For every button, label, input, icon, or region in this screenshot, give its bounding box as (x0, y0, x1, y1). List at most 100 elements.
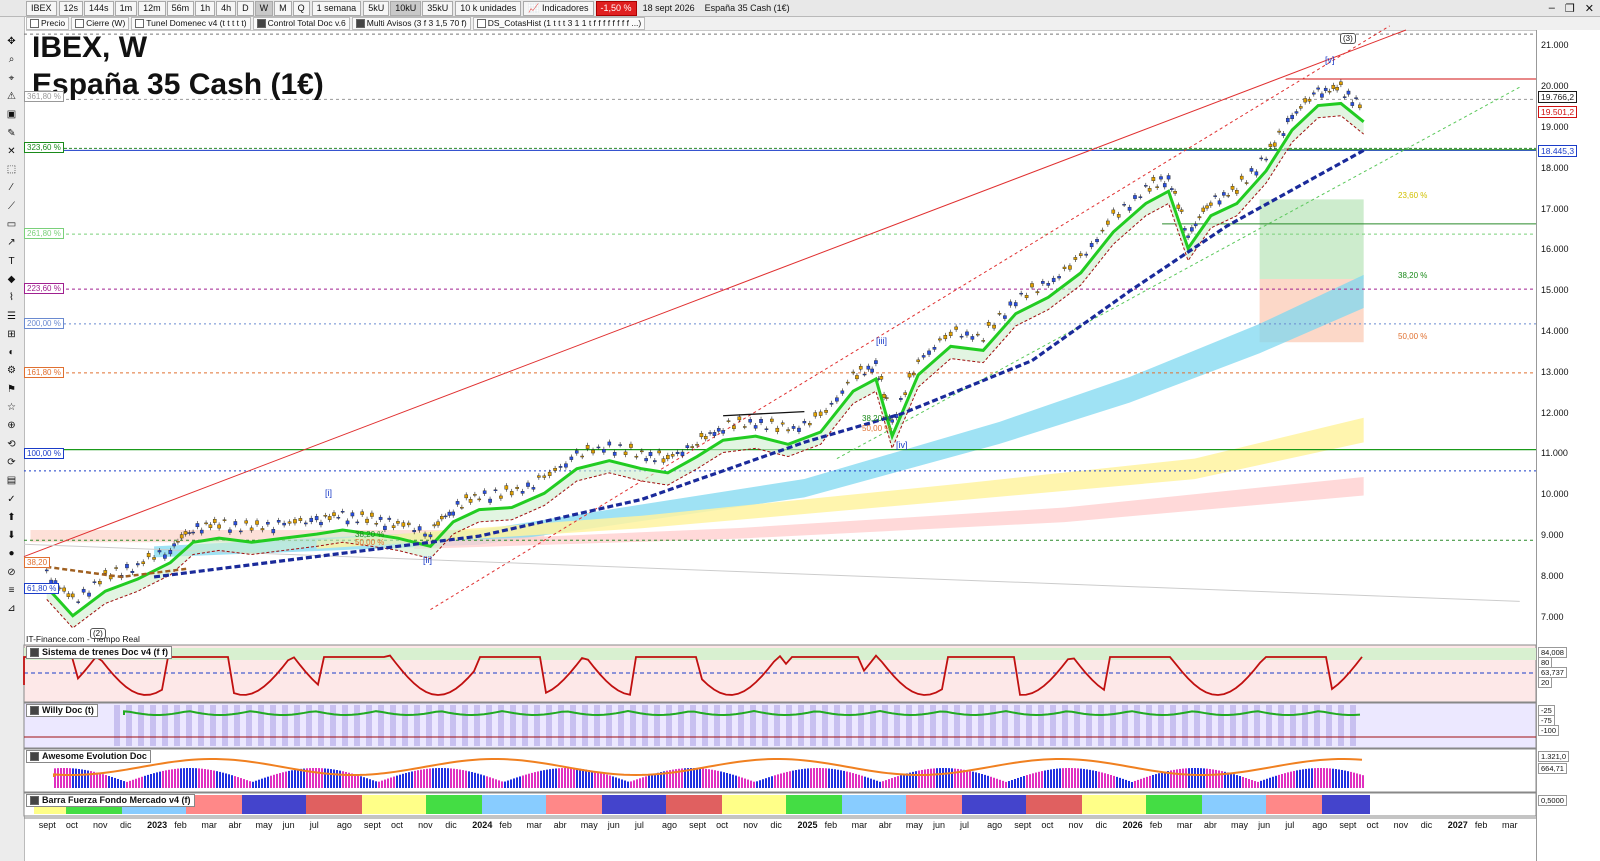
ao-bar (1161, 772, 1163, 788)
ao-bar (822, 768, 824, 788)
willy-bar (354, 705, 360, 746)
candle-body (992, 324, 996, 329)
close-icon[interactable]: ✕ (1585, 2, 1594, 15)
candle-body (1197, 216, 1202, 219)
ao-bar (861, 775, 863, 788)
force-bar (1194, 795, 1202, 814)
ao-bar (1176, 769, 1178, 788)
ao-bar (1194, 768, 1196, 788)
ao-bar (423, 769, 425, 788)
willy-bar (738, 705, 744, 746)
restore-icon[interactable]: ❐ (1565, 2, 1575, 15)
ao-bar (228, 774, 230, 788)
ao-bar (1239, 776, 1241, 788)
candle-body (163, 554, 167, 559)
ao-bar (1302, 769, 1304, 788)
willy-bar (1026, 705, 1032, 746)
time-label: may (905, 820, 923, 830)
checkbox-icon[interactable] (30, 648, 39, 657)
candle-body (764, 428, 769, 430)
ao-bar (774, 775, 776, 788)
willy-bar (342, 705, 348, 746)
willy-bar (642, 705, 648, 746)
willy-bar (726, 705, 732, 746)
ao-bar (537, 771, 539, 788)
candle-body (332, 512, 336, 516)
force-bar (1058, 795, 1066, 814)
time-label: dic (1095, 820, 1108, 830)
ao-bar (576, 768, 578, 788)
minimize-icon[interactable]: – (1549, 2, 1555, 15)
force-bar (538, 795, 546, 814)
candle-body (428, 534, 433, 538)
ao-bar (120, 780, 122, 788)
indicator-header-1[interactable]: Willy Doc (t) (26, 704, 98, 717)
ao-bar (267, 776, 269, 788)
candle-body (1290, 114, 1294, 120)
ao-bar (402, 773, 404, 788)
candle-body (249, 527, 254, 531)
ao-bar (162, 770, 164, 788)
willy-bar (486, 705, 492, 746)
indicator-header-3[interactable]: Barra Fuerza Fondo Mercado v4 (f) (26, 794, 195, 807)
price-chart[interactable] (0, 0, 1536, 861)
checkbox-icon[interactable] (30, 796, 39, 805)
ao-bar (1146, 776, 1148, 788)
ao-bar (1266, 778, 1268, 788)
ao-bar (273, 774, 275, 788)
candle-body (927, 350, 931, 355)
candle-body (526, 482, 530, 487)
ao-bar (294, 769, 296, 788)
time-label: sept (1014, 820, 1032, 830)
ao-bar (792, 770, 794, 788)
force-bar (570, 795, 578, 814)
ao-bar (630, 781, 632, 788)
time-label: ago (661, 820, 678, 830)
force-bar (1258, 795, 1266, 814)
willy-bar (1038, 705, 1044, 746)
candle-body (1095, 239, 1099, 243)
ao-bar (372, 780, 374, 788)
ao-bar (531, 772, 533, 788)
candle-body (1100, 229, 1105, 232)
indicator-title: Sistema de trenes Doc v4 (f f) (42, 647, 169, 657)
ao-bar (921, 769, 923, 788)
force-bar (578, 795, 586, 814)
force-bar (554, 795, 562, 814)
willy-bar (1170, 705, 1176, 746)
ao-bar (540, 770, 542, 788)
price-axis[interactable]: 21.000 20.000 19.000 18.000 17.000 16.000 15.0… (1536, 30, 1600, 861)
indicator-value: 1.321,0 (1538, 751, 1570, 762)
ao-bar (297, 769, 299, 788)
time-label: oct (65, 820, 78, 830)
ao-bar (735, 775, 737, 788)
checkbox-icon[interactable] (30, 752, 39, 761)
ao-bar (1305, 768, 1307, 788)
ao-bar (198, 768, 200, 788)
ao-bar (264, 777, 266, 788)
force-bar (1074, 795, 1082, 814)
ao-bar (270, 775, 272, 788)
candle-body (699, 433, 704, 438)
force-bar (1146, 795, 1154, 814)
indicator-header-0[interactable]: Sistema de trenes Doc v4 (f f) (26, 646, 173, 659)
checkbox-icon[interactable] (30, 706, 39, 715)
ao-bar (615, 777, 617, 788)
force-bar (754, 795, 762, 814)
ao-bar (108, 776, 110, 788)
ao-bar (522, 775, 524, 788)
force-bar (1250, 795, 1258, 814)
time-label: ago (336, 820, 352, 830)
ao-bar (1125, 779, 1127, 788)
indicator-header-2[interactable]: Awesome Evolution Doc (26, 750, 151, 763)
ao-bar (750, 780, 752, 788)
candle-body (602, 449, 606, 453)
ao-bar (1059, 768, 1061, 788)
ao-bar (1143, 777, 1145, 788)
candle-body (862, 373, 867, 376)
candle-body (690, 446, 695, 448)
candle-body (217, 524, 221, 529)
candle-body (607, 441, 612, 446)
force-bar (690, 795, 698, 814)
candle-body (899, 398, 903, 400)
